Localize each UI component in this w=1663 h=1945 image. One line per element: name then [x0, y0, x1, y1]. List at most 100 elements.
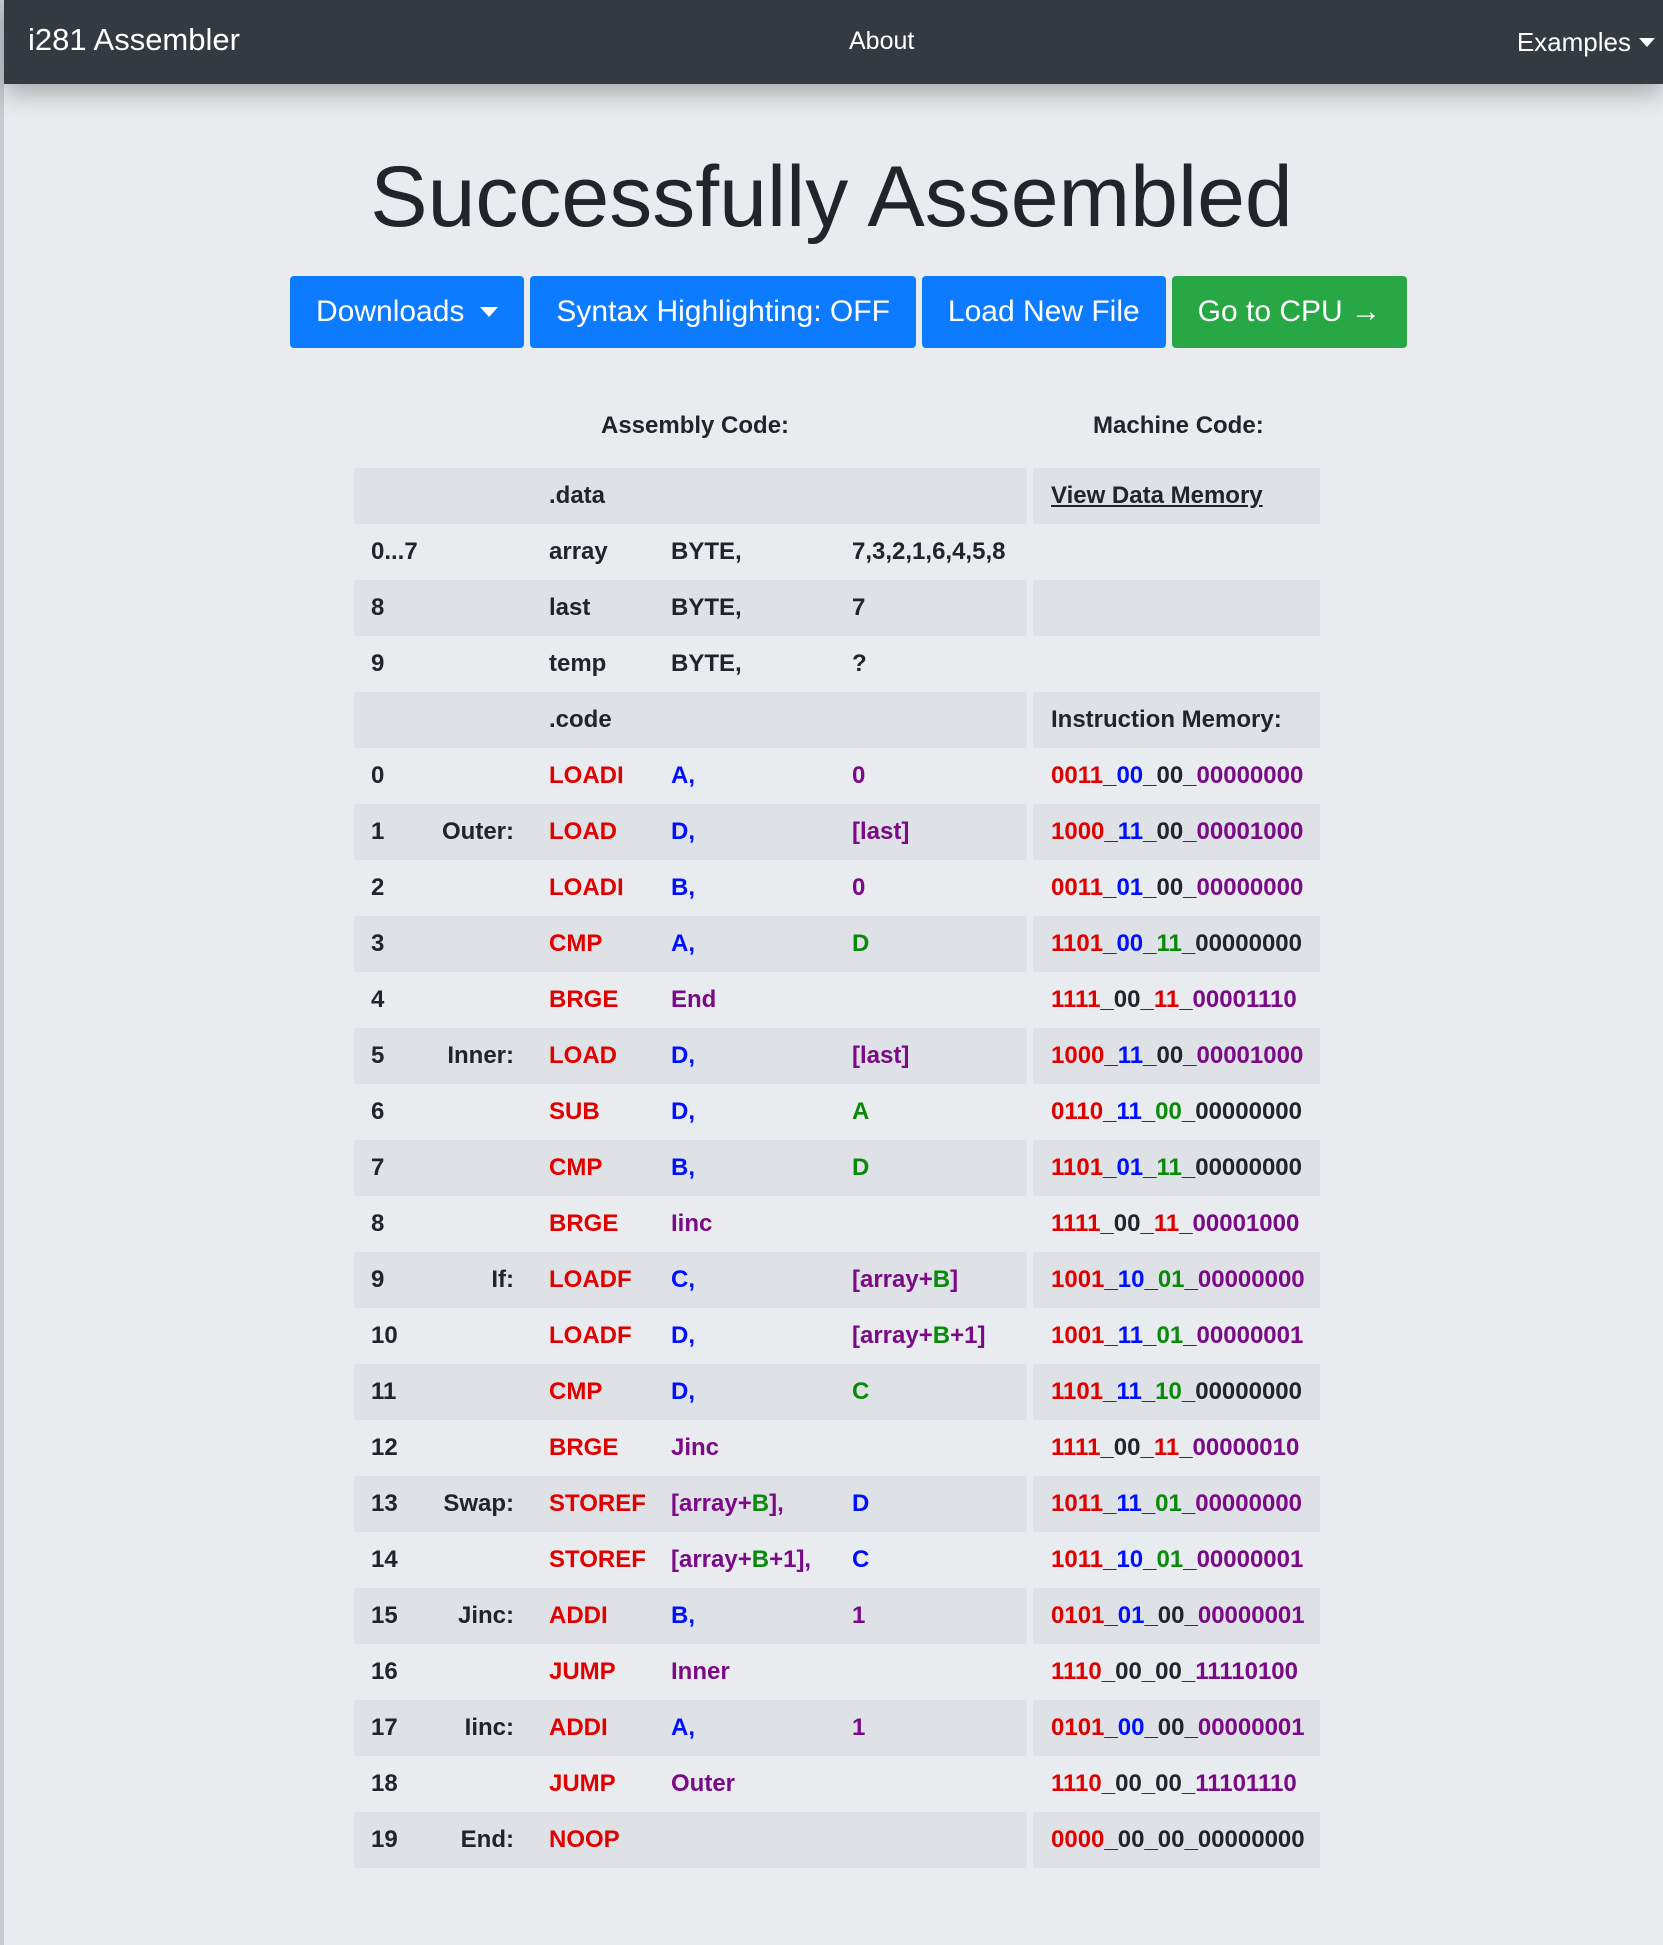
machine-code-segment: 11 [1117, 1042, 1144, 1069]
row-operand-2: D [852, 1476, 869, 1532]
machine-code-segment: 1101 [1051, 1378, 1104, 1405]
operand-1-segment: +1], [769, 1546, 812, 1573]
machine-code-segment[interactable]: View Data Memory [1051, 482, 1263, 509]
row-opcode: LOADF [549, 1322, 632, 1349]
row-machine-code: 1011_11_01_00000000 [1051, 1476, 1302, 1532]
machine-code-cell: 1110_00_00_11101110 [1033, 1756, 1320, 1812]
machine-code-segment: 1101 [1051, 1154, 1104, 1181]
operand-1-segment: Jinc [671, 1434, 720, 1461]
nav-about-link[interactable]: About [849, 27, 914, 56]
operand-2-segment: 0 [852, 762, 866, 789]
operand-2-segment: D [852, 1154, 870, 1181]
row-machine-code: 1101_00_11_00000000 [1051, 916, 1302, 972]
assembly-cell: 0 LOADI A, 0 [354, 748, 1027, 804]
code-table: .data View Data Memory 0...7 array BYTE, 7,3,… [354, 468, 1320, 1868]
machine-code-segment: 00000001 [1197, 1602, 1305, 1629]
row-address: 4 [371, 986, 385, 1013]
machine-code-segment: 1111 [1051, 986, 1101, 1013]
machine-code-segment: 00001110 [1192, 986, 1297, 1013]
assembly-cell: 6 SUB D, A [354, 1084, 1027, 1140]
nav-examples-dropdown[interactable]: Examples [1517, 27, 1655, 58]
syntax-highlighting-toggle[interactable]: Syntax Highlighting: OFF [530, 276, 916, 348]
row-operand-1: A, [671, 916, 695, 972]
assembly-cell: 2 LOADI B, 0 [354, 860, 1027, 916]
machine-code-segment: _00_ [1100, 986, 1154, 1013]
row-opcode: STOREF [549, 1546, 646, 1573]
machine-code-cell: 1011_10_01_00000001 [1033, 1532, 1320, 1588]
assembly-cell: 15 Jinc: ADDI B, 1 [354, 1588, 1027, 1644]
row-label: If: [491, 1266, 514, 1293]
row-machine-code: 0101_01_00_00000001 [1051, 1588, 1305, 1644]
machine-code-segment: _ [1103, 762, 1117, 789]
row-operand-1: BYTE, [671, 580, 742, 636]
row-operand-1: D, [671, 1308, 695, 1364]
row-address: 12 [371, 1434, 398, 1461]
row-opcode: CMP [549, 930, 603, 957]
machine-code-cell: 1111_00_11_00001110 [1033, 972, 1320, 1028]
load-new-file-button[interactable]: Load New File [921, 276, 1166, 348]
table-row: 9 If: LOADF C, [array+B] 1001_10_01_00000000 [354, 1252, 1320, 1308]
machine-code-cell: 1001_11_01_00000001 [1033, 1308, 1320, 1364]
operand-1-segment: D, [671, 1098, 695, 1125]
row-label: Inner: [447, 1042, 514, 1069]
operand-1-segment: D, [671, 1378, 695, 1405]
machine-code-segment: 10 [1155, 1378, 1182, 1405]
machine-code-segment: 00 [1116, 762, 1144, 789]
assembly-cell: 17 Iinc: ADDI A, 1 [354, 1700, 1027, 1756]
row-operand-2: [array+B+1] [852, 1308, 985, 1364]
row-operand-2: [last] [852, 1028, 909, 1084]
machine-code-segment: 1111 [1051, 1210, 1101, 1237]
table-row: 17 Iinc: ADDI A, 1 0101_00_00_00000001 [354, 1700, 1320, 1756]
row-opcode: last [549, 594, 591, 621]
machine-code-segment: Instruction Memory: [1051, 706, 1282, 733]
machine-code-cell: 1001_10_01_00000000 [1033, 1252, 1320, 1308]
machine-code-segment: _00000000 [1181, 1154, 1303, 1181]
row-address: 6 [371, 1098, 385, 1125]
brand-link[interactable]: i281 Assembler [28, 22, 240, 58]
machine-code-segment: _ [1104, 1266, 1118, 1293]
row-address: 19 [371, 1826, 398, 1853]
row-operand-2: 0 [852, 860, 865, 916]
row-address: 5 [371, 1042, 385, 1069]
table-row: 7 CMP B, D 1101_01_11_00000000 [354, 1140, 1320, 1196]
row-operand-1: D, [671, 1084, 695, 1140]
machine-code-segment: 00000010 [1192, 1434, 1300, 1461]
assembly-cell: 9 If: LOADF C, [array+B] [354, 1252, 1027, 1308]
downloads-dropdown-button[interactable]: Downloads [290, 276, 525, 348]
row-opcode: array [549, 538, 608, 565]
machine-code-cell: 1111_00_11_00000010 [1033, 1420, 1320, 1476]
assembly-cell: 18 JUMP Outer [354, 1756, 1027, 1812]
row-opcode: LOAD [549, 818, 617, 845]
row-opcode: .code [549, 706, 612, 733]
operand-2-segment: B [932, 1266, 951, 1293]
row-operand-1: Iinc [671, 1196, 712, 1252]
table-row: 6 SUB D, A 0110_11_00_00000000 [354, 1084, 1320, 1140]
machine-code-segment: _ [1103, 1546, 1117, 1573]
operand-1-segment: Iinc [671, 1210, 713, 1237]
row-machine-code: 1000_11_00_00001000 [1051, 1028, 1303, 1084]
go-to-cpu-button[interactable]: Go to CPU → [1171, 276, 1408, 348]
machine-code-segment: _ [1103, 930, 1117, 957]
machine-code-segment: _ [1104, 818, 1118, 845]
row-address: 16 [371, 1658, 398, 1685]
machine-code-segment: 00000000 [1196, 762, 1304, 789]
row-address: 18 [371, 1770, 398, 1797]
machine-code-segment: 00 [1116, 930, 1144, 957]
row-operand-2: 0 [852, 748, 865, 804]
operand-2-segment: B [932, 1322, 951, 1349]
assembly-cell: 16 JUMP Inner [354, 1644, 1027, 1700]
table-row: 0 LOADI A, 0 0011_00_00_00000000 [354, 748, 1320, 804]
machine-code-cell: 1011_11_01_00000000 [1033, 1476, 1320, 1532]
operand-1-segment: BYTE, [671, 538, 742, 565]
machine-code-segment: 01 [1116, 874, 1144, 901]
row-operand-2: A [852, 1084, 869, 1140]
operand-2-segment: A [852, 1098, 870, 1125]
row-machine-code: 1111_00_11_00001000 [1051, 1196, 1299, 1252]
machine-code-segment: 11 [1116, 1378, 1142, 1405]
machine-code-segment: _ [1183, 1322, 1197, 1349]
machine-code-segment: 11110100 [1195, 1658, 1298, 1685]
row-address: 11 [371, 1378, 397, 1405]
row-machine-code: 0101_00_00_00000001 [1051, 1700, 1305, 1756]
row-address: 0...7 [371, 538, 418, 565]
row-operand-1: A, [671, 748, 695, 804]
